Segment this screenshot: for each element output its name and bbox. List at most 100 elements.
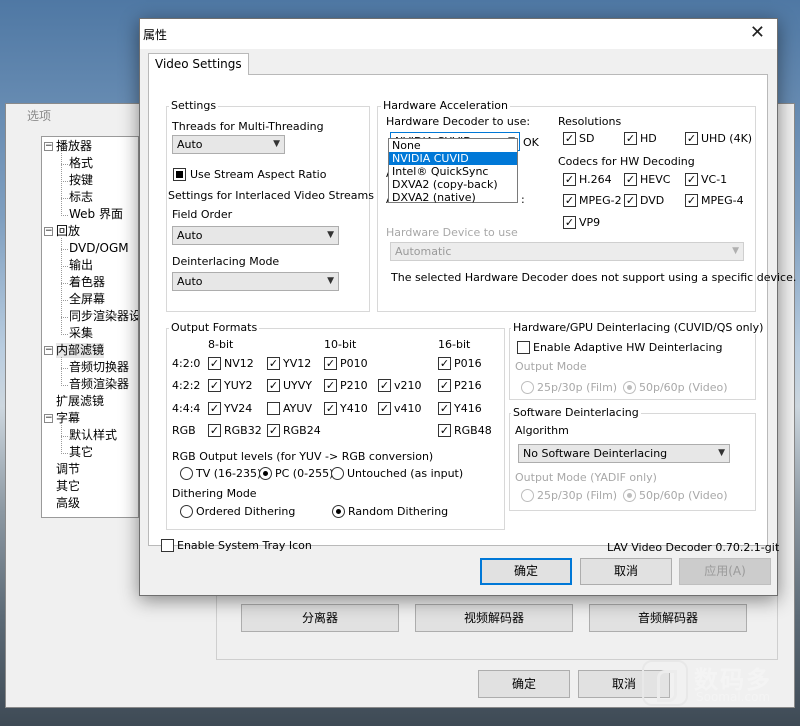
format-label: YUY2	[224, 379, 253, 392]
codec-mpeg4-label: MPEG-4	[701, 194, 744, 207]
format-v410-checkbox[interactable]: ✓	[378, 402, 391, 415]
decoder-option[interactable]: DXVA2 (copy-back)	[389, 178, 517, 191]
format-uyvy-checkbox[interactable]: ✓	[267, 379, 280, 392]
format-rgb48-checkbox[interactable]: ✓	[438, 424, 451, 437]
format-v210-checkbox[interactable]: ✓	[378, 379, 391, 392]
tree-item[interactable]: 全屏幕	[69, 292, 105, 307]
audio-decoder-button[interactable]: 音频解码器	[589, 604, 747, 632]
hw-device-value: Automatic	[395, 245, 452, 258]
tree-item[interactable]: 调节	[56, 462, 80, 477]
ordered-dithering-radio[interactable]	[180, 505, 193, 518]
tree-item[interactable]: 高级	[56, 496, 80, 511]
tree-expander-icon[interactable]: −	[44, 142, 53, 151]
tree-item[interactable]: 字幕	[56, 411, 80, 426]
hw-video-radio[interactable]	[623, 381, 636, 394]
decoder-option[interactable]: None	[389, 139, 517, 152]
codec-h264-checkbox[interactable]: ✓	[563, 173, 576, 186]
tree-item[interactable]: 着色器	[69, 275, 105, 290]
format-ayuv-checkbox[interactable]	[267, 402, 280, 415]
hw-film-radio[interactable]	[521, 381, 534, 394]
resolution-uhd-checkbox[interactable]: ✓	[685, 132, 698, 145]
tree-item[interactable]: 采集	[69, 326, 93, 341]
format-p216-checkbox[interactable]: ✓	[438, 379, 451, 392]
tree-item[interactable]: 其它	[56, 479, 80, 494]
tray-icon-label: Enable System Tray Icon	[177, 539, 312, 552]
tree-item[interactable]: 格式	[69, 156, 93, 171]
codec-dvd-checkbox[interactable]: ✓	[624, 194, 637, 207]
video-decoder-button[interactable]: 视频解码器	[415, 604, 573, 632]
stream-aspect-checkbox[interactable]	[173, 168, 186, 181]
splitter-button[interactable]: 分离器	[241, 604, 399, 632]
format-yuy2-checkbox[interactable]: ✓	[208, 379, 221, 392]
codec-vp9-checkbox[interactable]: ✓	[563, 216, 576, 229]
hw-deint-group-title: Hardware/GPU Deinterlacing (CUVID/QS onl…	[511, 321, 766, 334]
tray-icon-checkbox[interactable]	[161, 539, 174, 552]
close-icon[interactable]: ✕	[750, 23, 765, 43]
tree-item[interactable]: 标志	[69, 190, 93, 205]
tree-item[interactable]: Web 界面	[69, 207, 123, 222]
sw-film-radio[interactable]	[521, 489, 534, 502]
format-y410-checkbox[interactable]: ✓	[324, 402, 337, 415]
apply-button[interactable]: 应用(A)	[679, 558, 771, 585]
col-header-10bit: 10-bit	[324, 338, 357, 351]
hw-decoder-label: Hardware Decoder to use:	[386, 115, 531, 128]
format-p210-checkbox[interactable]: ✓	[324, 379, 337, 392]
tree-expander-icon[interactable]: −	[44, 227, 53, 236]
tree-connector	[61, 198, 68, 199]
format-rgb24-checkbox[interactable]: ✓	[267, 424, 280, 437]
hw-device-select[interactable]: Automatic ▼	[390, 242, 744, 261]
rgb-pc-radio[interactable]	[259, 467, 272, 480]
options-ok-button[interactable]: 确定	[478, 670, 570, 698]
ok-button[interactable]: 确定	[480, 558, 572, 585]
decoder-option-selected[interactable]: NVIDIA CUVID	[389, 152, 517, 165]
tree-item[interactable]: 回放	[56, 224, 80, 239]
codec-vc1-checkbox[interactable]: ✓	[685, 173, 698, 186]
cancel-button[interactable]: 取消	[580, 558, 672, 585]
format-label: YV24	[224, 402, 253, 415]
tree-expander-icon[interactable]: −	[44, 346, 53, 355]
format-nv12-checkbox[interactable]: ✓	[208, 357, 221, 370]
tree-item[interactable]: 扩展滤镜	[56, 394, 104, 409]
algorithm-select[interactable]: No Software Deinterlacing ▼	[518, 444, 730, 463]
tree-item[interactable]: 同步渲染器设	[69, 309, 138, 324]
hw-device-note: The selected Hardware Decoder does not s…	[391, 271, 797, 284]
field-order-select[interactable]: Auto ▼	[172, 226, 339, 245]
format-rgb32-checkbox[interactable]: ✓	[208, 424, 221, 437]
random-dithering-radio[interactable]	[332, 505, 345, 518]
tree-item[interactable]: DVD/OGM	[69, 241, 129, 256]
format-y416-checkbox[interactable]: ✓	[438, 402, 451, 415]
tree-item[interactable]: 内部滤镜	[56, 343, 105, 358]
codec-mpeg2-checkbox[interactable]: ✓	[563, 194, 576, 207]
format-label: RGB24	[283, 424, 321, 437]
decoder-option[interactable]: DXVA2 (native)	[389, 191, 517, 204]
format-p016-checkbox[interactable]: ✓	[438, 357, 451, 370]
format-p010-checkbox[interactable]: ✓	[324, 357, 337, 370]
version-label: LAV Video Decoder 0.70.2.1-git	[607, 541, 780, 554]
tree-item[interactable]: 播放器	[56, 139, 92, 154]
tree-expander-icon[interactable]: −	[44, 414, 53, 423]
rgb-tv-radio[interactable]	[180, 467, 193, 480]
tab-video-settings[interactable]: Video Settings	[148, 53, 249, 75]
format-label: Y416	[454, 402, 482, 415]
deint-mode-select[interactable]: Auto ▼	[172, 272, 339, 291]
resolution-hd-checkbox[interactable]: ✓	[624, 132, 637, 145]
codec-mpeg4-checkbox[interactable]: ✓	[685, 194, 698, 207]
hw-device-label: Hardware Device to use	[386, 226, 518, 239]
format-yv24-checkbox[interactable]: ✓	[208, 402, 221, 415]
adaptive-hw-deint-checkbox[interactable]	[517, 341, 530, 354]
codec-hevc-checkbox[interactable]: ✓	[624, 173, 637, 186]
rgb-untouched-radio[interactable]	[331, 467, 344, 480]
options-tree[interactable]: − 播放器 格式 按键 标志 Web 界面 − 回放 DVD/OGM 输出 着色器 全屏幕 同步渲染器设…	[41, 136, 139, 518]
tree-item[interactable]: 输出	[69, 258, 93, 273]
threads-select[interactable]: Auto ▼	[172, 135, 285, 154]
tree-item[interactable]: 音频切换器	[69, 360, 129, 375]
tree-item[interactable]: 音频渲染器	[69, 377, 129, 392]
random-dithering-label: Random Dithering	[348, 505, 449, 518]
tree-item[interactable]: 其它	[69, 445, 93, 460]
sw-video-radio[interactable]	[623, 489, 636, 502]
resolution-sd-checkbox[interactable]: ✓	[563, 132, 576, 145]
decoder-option[interactable]: Intel® QuickSync	[389, 165, 517, 178]
tree-item[interactable]: 默认样式	[69, 428, 117, 443]
format-yv12-checkbox[interactable]: ✓	[267, 357, 280, 370]
tree-item[interactable]: 按键	[69, 173, 93, 188]
